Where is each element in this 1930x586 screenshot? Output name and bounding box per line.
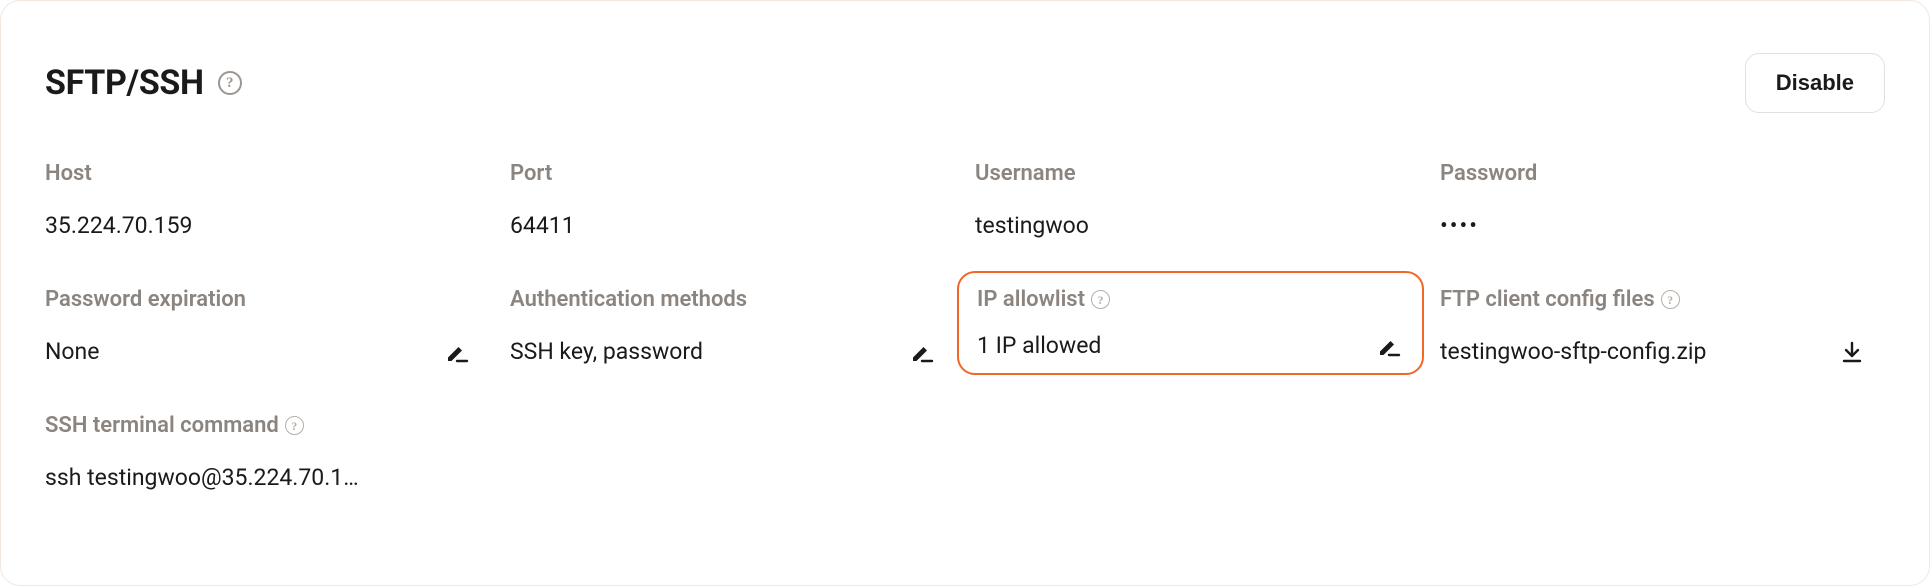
- fields-grid: Host 35.224.70.159 Port 64411 Username t…: [45, 161, 1885, 365]
- field-label-host: Host: [45, 161, 490, 186]
- ip-allowlist-highlight: IP allowlist ? 1 IP allowed: [957, 271, 1424, 375]
- help-icon[interactable]: ?: [218, 71, 242, 95]
- field-value-ssh-command: ssh testingwoo@35.224.70.1…: [45, 464, 359, 491]
- edit-icon[interactable]: [1376, 333, 1402, 359]
- disable-button[interactable]: Disable: [1745, 53, 1885, 113]
- field-label-username: Username: [975, 161, 1420, 186]
- field-label-ftp-config-text: FTP client config files: [1440, 287, 1655, 312]
- download-icon[interactable]: [1839, 339, 1865, 365]
- field-label-port: Port: [510, 161, 955, 186]
- field-value-password-expiration: None: [45, 338, 99, 365]
- help-icon[interactable]: ?: [1091, 290, 1110, 309]
- field-ssh-command: SSH terminal command ? ssh testingwoo@35…: [45, 413, 445, 491]
- field-label-password: Password: [1440, 161, 1885, 186]
- field-username: Username testingwoo: [975, 161, 1420, 239]
- field-port: Port 64411: [510, 161, 955, 239]
- field-value-username: testingwoo: [975, 212, 1089, 239]
- field-value-password: ••••: [1440, 212, 1479, 239]
- field-password: Password ••••: [1440, 161, 1885, 239]
- field-value-auth-methods: SSH key, password: [510, 338, 703, 365]
- title-wrap: SFTP/SSH ?: [45, 63, 242, 103]
- card-header: SFTP/SSH ? Disable: [45, 53, 1885, 113]
- field-label-ip-allowlist: IP allowlist ?: [977, 287, 1406, 312]
- card-title: SFTP/SSH: [45, 63, 204, 103]
- field-value-ftp-config: testingwoo-sftp-config.zip: [1440, 338, 1706, 365]
- field-label-ip-allowlist-text: IP allowlist: [977, 287, 1085, 312]
- field-label-auth-methods: Authentication methods: [510, 287, 955, 312]
- field-label-ssh-command: SSH terminal command ?: [45, 413, 445, 438]
- field-value-host: 35.224.70.159: [45, 212, 192, 239]
- edit-icon[interactable]: [909, 339, 935, 365]
- field-label-ftp-config: FTP client config files ?: [1440, 287, 1885, 312]
- field-password-expiration: Password expiration None: [45, 287, 490, 365]
- field-ftp-config: FTP client config files ? testingwoo-sft…: [1440, 287, 1885, 365]
- help-icon[interactable]: ?: [1661, 290, 1680, 309]
- field-value-ip-allowlist: 1 IP allowed: [977, 332, 1101, 359]
- sftp-ssh-card: SFTP/SSH ? Disable Host 35.224.70.159 Po…: [0, 0, 1930, 586]
- field-auth-methods: Authentication methods SSH key, password: [510, 287, 955, 365]
- field-label-password-expiration: Password expiration: [45, 287, 490, 312]
- field-ip-allowlist: IP allowlist ? 1 IP allowed: [975, 287, 1420, 365]
- field-value-port: 64411: [510, 212, 575, 239]
- field-host: Host 35.224.70.159: [45, 161, 490, 239]
- help-icon[interactable]: ?: [285, 416, 304, 435]
- edit-icon[interactable]: [444, 339, 470, 365]
- field-label-ssh-command-text: SSH terminal command: [45, 413, 279, 438]
